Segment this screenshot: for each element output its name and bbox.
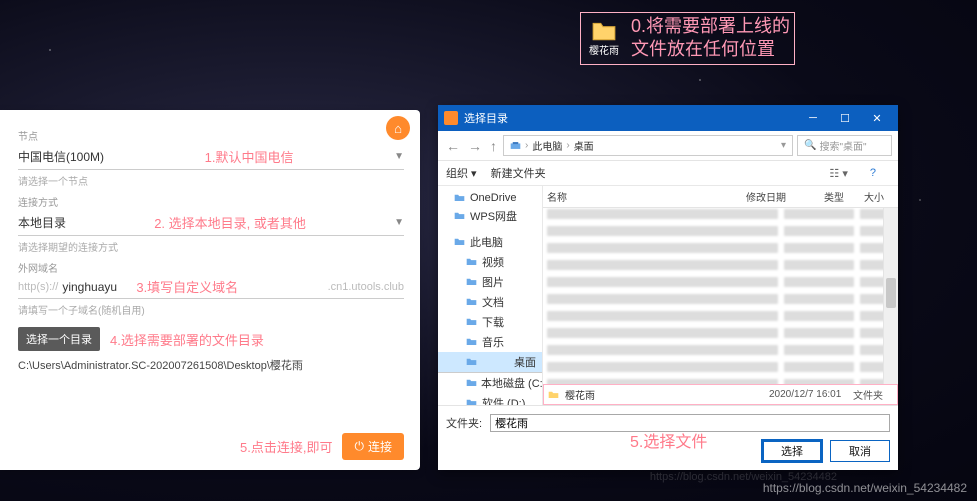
tree-node[interactable]: WPS网盘 [438,206,542,226]
tree-node[interactable]: 本地磁盘 (C:) [438,373,542,393]
folder-icon [454,211,466,221]
folder-name-input[interactable] [490,414,890,432]
folder-tree[interactable]: OneDriveWPS网盘此电脑视频图片文档下载音乐桌面本地磁盘 (C:)软件 … [438,186,543,405]
table-row[interactable] [547,209,894,225]
folder-icon [466,378,477,388]
annotation-5: 5.点击连接,即可 [240,437,332,456]
tree-node[interactable]: OneDrive [438,190,542,206]
folder-icon [466,317,478,327]
domain-suffix: .cn1.utools.club [328,281,404,293]
domain-label: 外网域名 [18,260,404,275]
choose-dir-button[interactable]: 选择一个目录 [18,327,100,351]
hint-text: 请选择一个节点 [18,173,404,188]
annotation-0: 樱花雨 0.将需要部署上线的 文件放在任何位置 [580,12,795,65]
search-input[interactable]: 🔍 搜索"桌面" [797,135,892,156]
table-row[interactable] [547,311,894,327]
help-button[interactable]: ? [870,167,876,180]
ok-button[interactable]: 选择 [762,440,822,462]
chosen-path: C:\Users\Administrator.SC-202007261508\D… [18,357,404,373]
tree-node[interactable]: 图片 [438,272,542,292]
search-icon: 🔍 [804,140,816,151]
dialog-footer: 文件夹: 选择 取消 [438,405,898,470]
tree-node[interactable]: 桌面 [438,352,542,373]
annotation-0-text: 0.将需要部署上线的 文件放在任何位置 [631,15,790,62]
organize-menu[interactable]: 组织 ▾ [446,165,477,181]
app-icon [444,111,458,125]
hint-text: 请选择期望的连接方式 [18,239,404,254]
annotation-4: 4.选择需要部署的文件目录 [110,330,264,349]
annotation-1: 1.默认中国电信 [205,147,294,166]
mode-label: 连接方式 [18,194,404,209]
folder-icon [466,357,478,367]
folder-icon [466,337,478,347]
chevron-down-icon: ▼ [394,217,404,228]
domain-field-row: http(s):// 3.填写自定义域名 .cn1.utools.club [18,275,404,299]
folder-name-label: 文件夹: [446,415,482,431]
dialog-titlebar[interactable]: 选择目录 ─ ☐ ✕ [438,105,898,131]
table-row[interactable] [547,226,894,242]
chevron-down-icon: ▼ [394,151,404,162]
scrollbar[interactable] [883,208,898,384]
connect-button[interactable]: ⏻ 连接 [342,433,404,460]
minimize-button[interactable]: ─ [798,109,828,127]
tree-node[interactable]: 视频 [438,252,542,272]
desktop-folder-thumb: 樱花雨 [585,19,623,57]
table-row[interactable] [547,328,894,344]
file-list: 名称 修改日期 类型 大小 樱花雨 2020/12/7 16:01 文件夹 [543,186,898,405]
deploy-config-panel: ⌂ 节点 中国电信(100M) 1.默认中国电信 ▼ 请选择一个节点 连接方式 … [0,110,420,470]
annotation-2: 2. 选择本地目录, 或者其他 [154,213,306,232]
maximize-button[interactable]: ☐ [830,109,860,127]
table-row[interactable] [547,345,894,361]
folder-icon [454,237,466,247]
breadcrumb[interactable]: › 此电脑 › 桌面 ▾ [503,135,793,156]
selected-folder-row[interactable]: 樱花雨 2020/12/7 16:01 文件夹 [543,384,898,405]
tree-node[interactable]: 此电脑 [438,232,542,252]
table-row[interactable] [547,277,894,293]
dialog-toolbar: 组织 ▾ 新建文件夹 ☷ ▾ ? [438,161,898,186]
folder-icon [466,277,478,287]
folder-picker-dialog: 选择目录 ─ ☐ ✕ ← → ↑ › 此电脑 › 桌面 ▾ 🔍 搜索"桌面" 组… [438,105,898,470]
scheme-text: http(s):// [18,281,58,293]
table-row[interactable] [547,294,894,310]
tree-node[interactable]: 软件 (D:) [438,393,542,405]
tree-node[interactable]: 音乐 [438,332,542,352]
folder-icon [466,398,478,405]
nav-up-button[interactable]: ↑ [488,138,499,154]
subdomain-input[interactable] [62,280,132,294]
dialog-nav: ← → ↑ › 此电脑 › 桌面 ▾ 🔍 搜索"桌面" [438,131,898,161]
nav-forward-button[interactable]: → [466,138,484,154]
power-icon: ⏻ [354,439,364,454]
folder-icon [466,297,478,307]
annotation-3: 3.填写自定义域名 [136,277,238,296]
column-headers[interactable]: 名称 修改日期 类型 大小 [543,186,898,208]
file-rows[interactable] [543,208,898,384]
folder-icon [466,257,478,267]
isp-select[interactable]: 中国电信(100M) 1.默认中国电信 ▼ [18,143,404,170]
table-row[interactable] [547,260,894,276]
tree-node[interactable]: 下载 [438,312,542,332]
dialog-title: 选择目录 [464,110,508,126]
cancel-button[interactable]: 取消 [830,440,890,462]
mode-select[interactable]: 本地目录 2. 选择本地目录, 或者其他 ▼ [18,209,404,236]
folder-icon [454,193,466,203]
home-icon[interactable]: ⌂ [386,116,410,140]
nav-back-button[interactable]: ← [444,138,462,154]
watermark: https://blog.csdn.net/weixin_54234482 [763,481,967,495]
hint-text: 请填写一个子域名(随机自用) [18,302,404,317]
table-row[interactable] [547,243,894,259]
new-folder-button[interactable]: 新建文件夹 [491,165,546,181]
table-row[interactable] [547,362,894,378]
close-button[interactable]: ✕ [862,109,892,127]
table-row[interactable] [547,379,894,384]
tree-node[interactable]: 文档 [438,292,542,312]
view-options-button[interactable]: ☷ ▾ [829,167,847,180]
node-label: 节点 [18,128,404,143]
